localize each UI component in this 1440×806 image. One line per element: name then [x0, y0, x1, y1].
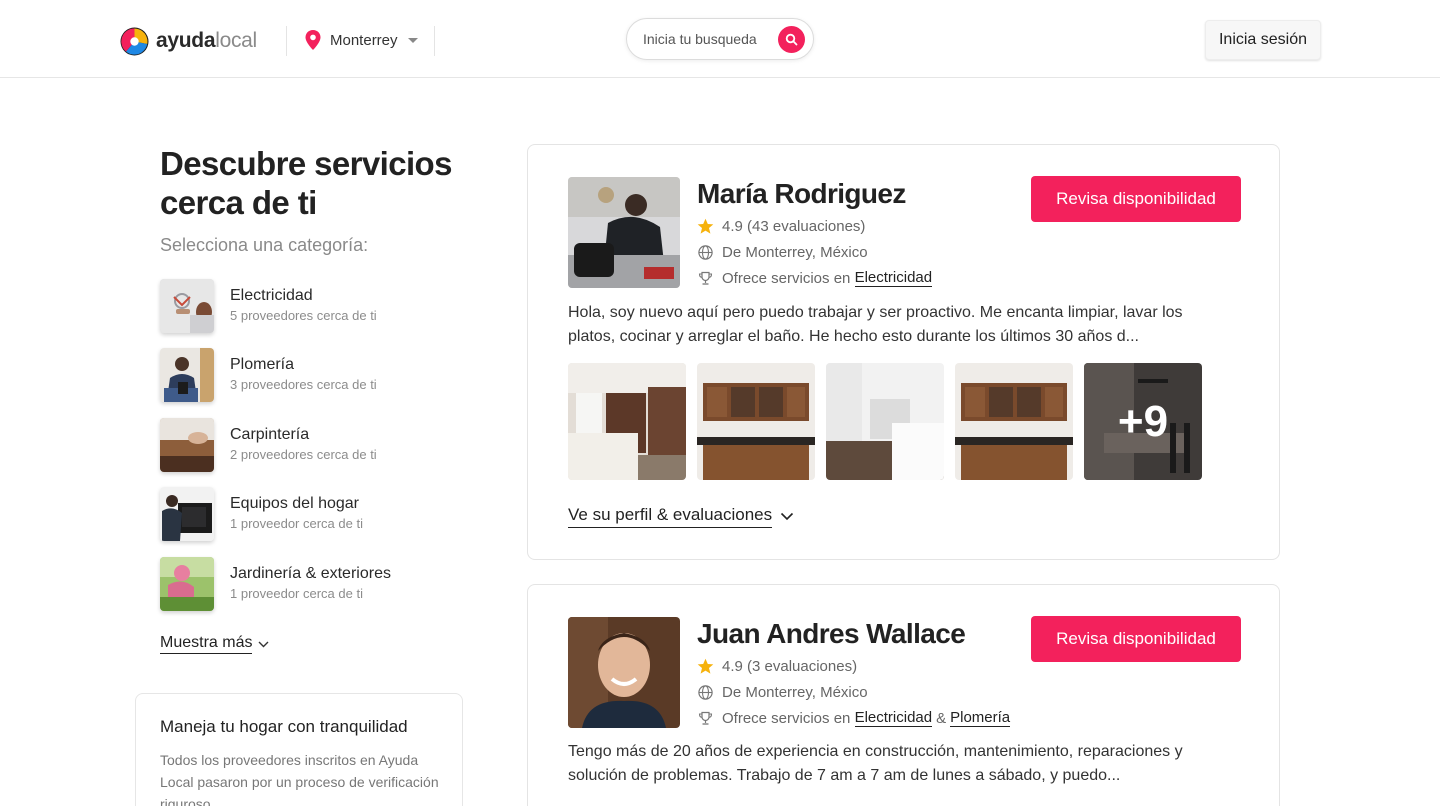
category-thumbnail: [160, 557, 214, 611]
category-count: 5 proveedores cerca de ti: [230, 308, 377, 323]
trust-info-title: Maneja tu hogar con tranquilidad: [160, 717, 408, 736]
location-text: De Monterrey, México: [722, 244, 868, 261]
show-more-label: Muestra más: [160, 634, 253, 654]
top-navigation-bar: ayudalocal Monterrey Inicia tu busqueda …: [0, 0, 1440, 78]
check-availability-button[interactable]: Revisa disponibilidad: [1031, 616, 1241, 662]
category-count: 2 proveedores cerca de ti: [230, 447, 377, 462]
star-icon: [697, 658, 714, 675]
service-link-electricidad[interactable]: Electricidad: [854, 709, 933, 727]
location-text: De Monterrey, México: [722, 684, 868, 701]
view-profile-label: Ve su perfil & evaluaciones: [568, 505, 773, 528]
category-name: Electricidad: [230, 287, 313, 304]
category-thumbnail: [160, 418, 214, 472]
category-item-equipos-del-hogar[interactable]: Equipos del hogar 1 proveedor cerca de t…: [160, 487, 480, 541]
search-input[interactable]: Inicia tu busqueda: [643, 31, 757, 47]
divider: [286, 26, 287, 56]
category-item-jardineria[interactable]: Jardinería & exteriores 1 proveedor cerc…: [160, 557, 480, 611]
category-name: Equipos del hogar: [230, 495, 359, 512]
check-availability-button[interactable]: Revisa disponibilidad: [1031, 176, 1241, 222]
work-photo[interactable]: [826, 363, 944, 480]
trust-info-text: Todos los proveedores inscritos en Ayuda…: [160, 752, 439, 806]
category-count: 1 proveedor cerca de ti: [230, 586, 363, 601]
category-thumbnail: [160, 279, 214, 333]
service-link-plomeria[interactable]: Plomería: [950, 709, 1011, 727]
view-profile-link[interactable]: Ve su perfil & evaluaciones: [568, 505, 794, 528]
logo-word-ayuda: ayuda: [156, 29, 216, 52]
category-name: Plomería: [230, 356, 295, 373]
provider-rating: 4.9 (3 evaluaciones): [697, 658, 857, 675]
chevron-down-icon: [781, 512, 794, 521]
chevron-down-icon: [258, 641, 269, 647]
services-prefix: Ofrece servicios en: [722, 269, 851, 287]
provider-services: Ofrece servicios en Electricidad: [697, 269, 933, 287]
work-photo-gallery: +9: [568, 363, 1213, 480]
category-prompt: Selecciona una categoría:: [160, 235, 369, 255]
city-name: Monterrey: [330, 31, 398, 49]
provider-card: Juan Andres Wallace Revisa disponibilida…: [527, 584, 1280, 806]
services-joiner: &: [936, 709, 947, 727]
page-title: Descubre servicios cerca de ti: [160, 145, 452, 221]
more-photos-count: +9: [1117, 396, 1169, 446]
category-thumbnail: [160, 348, 214, 402]
trophy-icon: [697, 270, 714, 287]
rating-text: 4.9 (43 evaluaciones): [722, 218, 866, 235]
provider-card: María Rodriguez Revisa disponibilidad 4.…: [527, 144, 1280, 560]
category-item-carpinteria[interactable]: Carpintería 2 proveedores cerca de ti: [160, 418, 480, 472]
provider-name[interactable]: Juan Andres Wallace: [697, 618, 966, 650]
logo-wordmark: ayudalocal: [156, 29, 257, 53]
globe-icon: [697, 244, 714, 261]
globe-icon: [697, 684, 714, 701]
category-name: Carpintería: [230, 426, 310, 443]
chevron-down-icon: [407, 37, 418, 43]
work-photo[interactable]: [955, 363, 1073, 480]
logo-mark-icon: [120, 27, 149, 55]
category-count: 3 proveedores cerca de ti: [230, 377, 377, 392]
category-name: Jardinería & exteriores: [230, 565, 391, 582]
provider-bio: Hola, soy nuevo aquí pero puedo trabajar…: [568, 304, 1183, 345]
trophy-icon: [697, 710, 714, 727]
provider-rating: 4.9 (43 evaluaciones): [697, 218, 865, 235]
star-icon: [697, 218, 714, 235]
provider-avatar[interactable]: [568, 177, 680, 288]
provider-location: De Monterrey, México: [697, 244, 868, 261]
provider-avatar[interactable]: [568, 617, 680, 728]
category-item-plomeria[interactable]: Plomería 3 proveedores cerca de ti: [160, 348, 480, 402]
more-photos-tile[interactable]: +9: [1084, 363, 1202, 480]
work-photo[interactable]: [568, 363, 686, 480]
login-button[interactable]: Inicia sesión: [1205, 20, 1321, 60]
search-bar[interactable]: Inicia tu busqueda: [626, 18, 814, 60]
divider: [434, 26, 435, 56]
logo-word-local: local: [215, 29, 257, 52]
provider-name[interactable]: María Rodriguez: [697, 178, 906, 210]
location-pin-icon: [305, 30, 321, 50]
category-count: 1 proveedor cerca de ti: [230, 516, 363, 531]
work-photo[interactable]: [697, 363, 815, 480]
search-button[interactable]: [778, 26, 805, 53]
provider-location: De Monterrey, México: [697, 684, 868, 701]
city-selector[interactable]: Monterrey: [304, 29, 418, 51]
provider-bio: Tengo más de 20 años de experiencia en c…: [568, 743, 1183, 784]
show-more-categories-link[interactable]: Muestra más: [160, 634, 269, 654]
trust-info-card: Maneja tu hogar con tranquilidad Todos l…: [135, 693, 463, 806]
services-prefix: Ofrece servicios en: [722, 709, 851, 727]
category-thumbnail: [160, 487, 214, 541]
search-icon: [785, 33, 798, 46]
rating-text: 4.9 (3 evaluaciones): [722, 658, 858, 675]
provider-services: Ofrece servicios en Electricidad & Plome…: [697, 709, 1011, 727]
category-item-electricidad[interactable]: Electricidad 5 proveedores cerca de ti: [160, 279, 480, 333]
ayudalocal-logo[interactable]: ayudalocal: [120, 27, 257, 55]
service-link-electricidad[interactable]: Electricidad: [854, 269, 933, 287]
